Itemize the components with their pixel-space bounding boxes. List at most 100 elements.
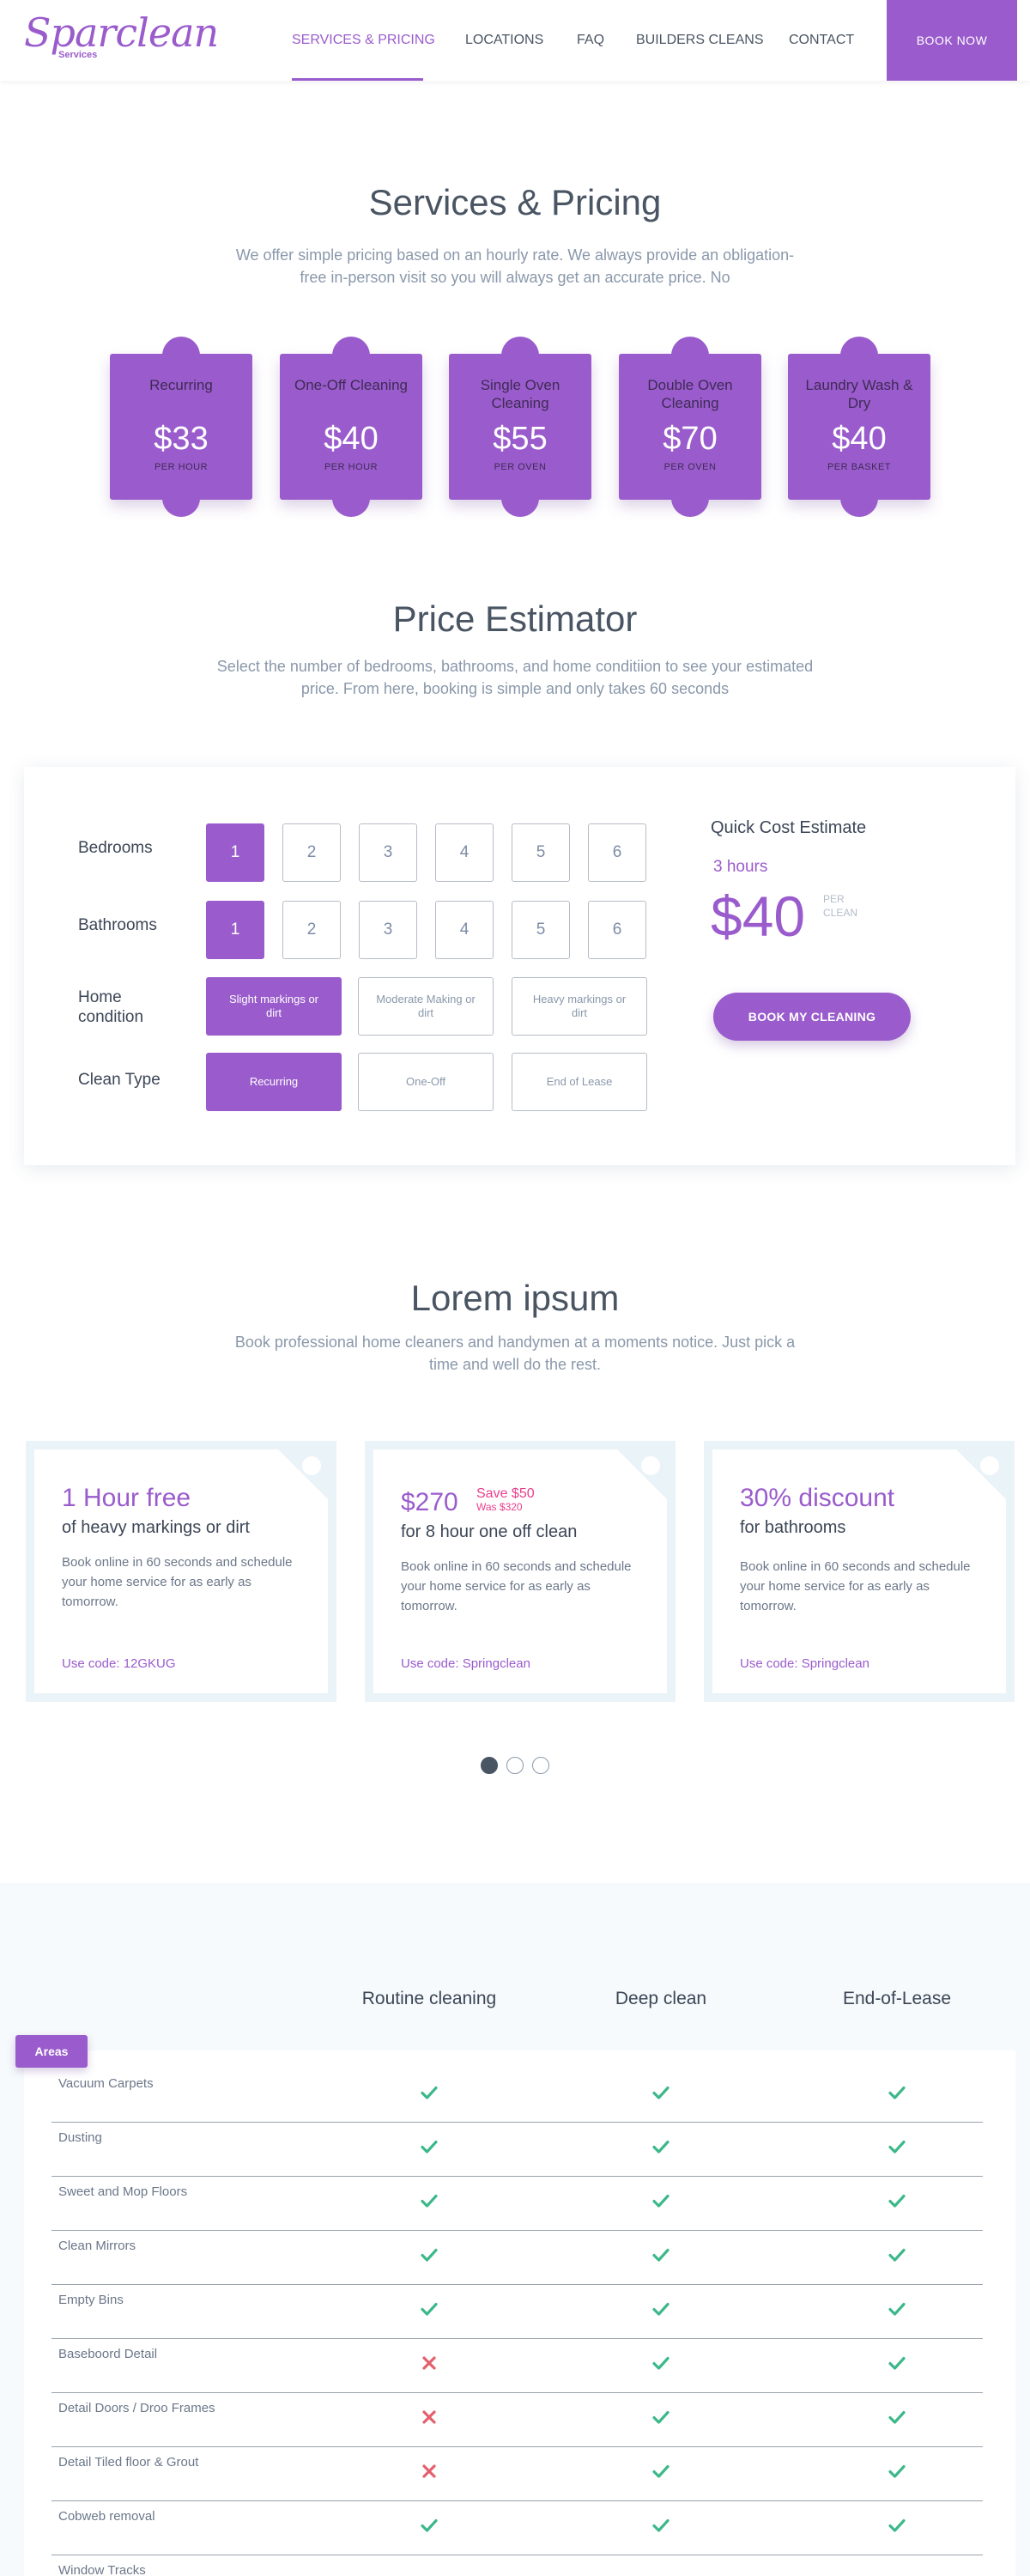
check-icon [419,2245,439,2265]
carousel-dots [0,1757,1030,1774]
bedroom-option[interactable]: 2 [282,823,341,882]
promo-code: Use code: 12GKUG [62,1656,176,1671]
card-notch [501,337,539,374]
bathroom-option[interactable]: 5 [512,901,570,959]
condition-option[interactable]: Moderate Making or dirt [358,977,494,1036]
area-label: Baseboord Detail [58,2347,158,2361]
clean-type-option[interactable]: One-Off [358,1053,494,1111]
promo-headline: 30% discount [740,1484,895,1512]
row-divider [52,2392,983,2393]
clean-type-option[interactable]: End of Lease [512,1053,647,1111]
area-label: Dusting [58,2130,102,2145]
check-icon [419,2190,439,2211]
estimated-hours: 3 hours [713,858,768,876]
book-my-cleaning-button[interactable]: BOOK MY CLEANING [713,993,911,1041]
cross-icon [419,2407,439,2427]
check-icon [887,2245,907,2265]
bedroom-option[interactable]: 6 [588,823,646,882]
bedroom-option[interactable]: 4 [435,823,494,882]
card-notch [162,337,200,374]
service-name: Double Oven Cleaning [647,377,733,411]
promo-corner-fold [617,1449,667,1499]
home-condition-label: Home condition [78,988,144,1026]
card-notch [332,479,370,517]
bedroom-option[interactable]: 5 [512,823,570,882]
bathroom-option[interactable]: 6 [588,901,646,959]
promo-card[interactable]: 30% discount for bathrooms Book online i… [704,1441,1015,1702]
card-notch [162,479,200,517]
logo[interactable]: Sparclean Services [24,9,219,60]
promo-card[interactable]: $270 Save $50 Was $320 for 8 hour one of… [365,1441,676,1702]
promo-card-body: $270 Save $50 Was $320 for 8 hour one of… [373,1449,667,1693]
nav-builders-cleans[interactable]: BUILDERS CLEANS [636,33,764,48]
promo-card-body: 30% discount for bathrooms Book online i… [712,1449,1006,1693]
check-icon [887,2407,907,2427]
service-price: $40 [324,421,379,457]
promo-card[interactable]: 1 Hour free of heavy markings or dirt Bo… [26,1441,336,1702]
promo-subheadline: for bathrooms [740,1518,846,1537]
quick-cost-title: Quick Cost Estimate [711,818,867,837]
row-divider [52,2176,983,2177]
bathroom-option[interactable]: 4 [435,901,494,959]
service-price: $55 [493,421,548,457]
carousel-dot[interactable] [481,1757,498,1774]
promo-corner-fold [956,1449,1006,1499]
bathroom-option[interactable]: 3 [359,901,417,959]
card-notch [671,479,709,517]
carousel-dot[interactable] [532,1757,549,1774]
nav-contact[interactable]: CONTACT [789,33,854,48]
area-label: Detail Tiled floor & Grout [58,2455,199,2470]
nav-locations[interactable]: LOCATIONS [465,33,543,48]
condition-option[interactable]: Heavy markings or dirt [512,977,647,1036]
bathroom-option[interactable]: 1 [206,901,264,959]
card-notch [840,479,878,517]
promo-card-body: 1 Hour free of heavy markings or dirt Bo… [34,1449,328,1693]
clean-type-option[interactable]: Recurring [206,1053,342,1111]
nav-active-indicator [292,78,423,81]
price-card: Single Oven Cleaning $55 PER OVEN [449,337,591,517]
areas-tab[interactable]: Areas [15,2035,88,2068]
area-label: Detail Doors / Droo Frames [58,2401,215,2415]
check-icon [651,2515,671,2536]
promos-subtitle: Book professional home cleaners and hand… [234,1334,796,1373]
service-name: Recurring [149,377,213,393]
site-header: Sparclean Services SERVICES & PRICING LO… [0,0,1030,81]
check-icon [887,2136,907,2157]
promo-description: Book online in 60 seconds and schedule y… [62,1555,293,1609]
check-icon [651,2299,671,2319]
nav-services-pricing[interactable]: SERVICES & PRICING [292,33,435,48]
logo-wordmark: Sparclean [24,9,219,56]
check-icon [419,2136,439,2157]
card-notch [671,337,709,374]
area-label: Sweet and Mop Floors [58,2184,188,2199]
price-estimator-panel: Bedrooms Bathrooms Home condition Clean … [24,767,1015,1165]
promo-subheadline: for 8 hour one off clean [401,1522,578,1541]
row-divider [52,2284,983,2285]
service-price: $70 [663,421,718,457]
promos-title: Lorem ipsum [410,1278,620,1318]
row-divider [52,2446,983,2447]
bedrooms-label: Bedrooms [78,839,153,857]
carousel-dot[interactable] [506,1757,524,1774]
promo-corner-dot [302,1456,321,1475]
check-icon [651,2136,671,2157]
promo-subheadline: of heavy markings or dirt [62,1518,250,1537]
estimated-price: $40 [711,884,806,948]
check-icon [419,2299,439,2319]
promo-code: Use code: Springclean [401,1656,530,1671]
bedroom-option[interactable]: 1 [206,823,264,882]
nav-faq[interactable]: FAQ [577,33,604,48]
condition-option[interactable]: Slight markings or dirt [206,977,342,1036]
check-icon [651,2245,671,2265]
check-icon [887,2515,907,2536]
service-unit: PER OVEN [494,462,547,472]
book-now-button[interactable]: BOOK NOW [887,0,1017,81]
check-icon [651,2190,671,2211]
service-name: Single Oven Cleaning [480,377,560,411]
services-subtitle: We offer simple pricing based on an hour… [235,246,795,286]
price-unit: PER CLEAN [823,893,858,919]
promo-save: Save $50 [476,1486,535,1501]
check-icon [887,2461,907,2482]
bedroom-option[interactable]: 3 [359,823,417,882]
bathroom-option[interactable]: 2 [282,901,341,959]
